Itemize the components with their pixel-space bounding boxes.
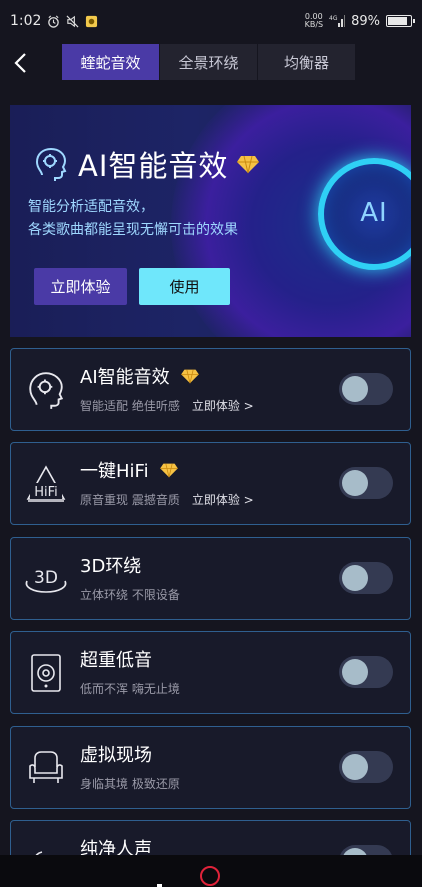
try-now-link[interactable]: 立即体验 > bbox=[192, 397, 254, 414]
status-left: 1:02 bbox=[10, 13, 98, 29]
effect-subtitle: 身临其境 极致还原 bbox=[80, 777, 180, 791]
banner-description-line-2: 各类歌曲都能呈现无懈可击的效果 bbox=[28, 222, 238, 238]
effect-tabs: 蝰蛇音效 全景环绕 均衡器 bbox=[62, 44, 356, 80]
hifi-icon-text: HiFi bbox=[34, 485, 58, 500]
effect-toggle[interactable] bbox=[339, 562, 393, 594]
premium-diamond-icon bbox=[159, 463, 178, 478]
effect-card-super-bass[interactable]: 超重低音 低而不浑 嗨无止境 bbox=[10, 631, 411, 714]
app-notification-icon bbox=[86, 15, 98, 27]
svg-text:4G: 4G bbox=[329, 15, 338, 22]
effect-toggle[interactable] bbox=[339, 751, 393, 783]
ai-head-icon bbox=[35, 147, 67, 181]
effect-card-hifi[interactable]: HiFi 一键HiFi 原音重现 震撼音质 立即体验 > bbox=[10, 442, 411, 525]
effect-subtitle-row: 智能适配 绝佳听感 立即体验 > bbox=[80, 397, 254, 414]
effect-subtitle-row: 低而不浑 嗨无止境 bbox=[80, 680, 180, 697]
use-button[interactable]: 使用 bbox=[139, 268, 230, 305]
armchair-icon bbox=[23, 745, 69, 791]
effect-toggle[interactable] bbox=[339, 656, 393, 688]
banner-title-row: AI智能音效 bbox=[32, 143, 260, 185]
mute-icon bbox=[66, 15, 79, 27]
battery-icon bbox=[386, 15, 415, 27]
header: 蝰蛇音效 全景环绕 均衡器 bbox=[0, 42, 422, 84]
ai-orb-text: AI bbox=[360, 198, 388, 228]
effect-name: 一键HiFi bbox=[80, 457, 179, 483]
effect-name-text: 一键HiFi bbox=[80, 461, 149, 482]
battery-percent: 89% bbox=[351, 13, 380, 29]
effect-subtitle-row: 身临其境 极致还原 bbox=[80, 775, 180, 792]
tab-equalizer[interactable]: 均衡器 bbox=[258, 44, 356, 80]
signal-icon: 4G bbox=[329, 15, 346, 27]
battery-fill bbox=[388, 17, 407, 25]
tab-viper-effects[interactable]: 蝰蛇音效 bbox=[62, 44, 160, 80]
effect-name: 虚拟现场 bbox=[80, 741, 152, 767]
effect-toggle[interactable] bbox=[339, 373, 393, 405]
3d-surround-icon: 3D bbox=[23, 556, 69, 602]
back-button[interactable] bbox=[6, 48, 36, 78]
toggle-knob bbox=[342, 659, 368, 685]
effect-name-text: 超重低音 bbox=[80, 650, 152, 671]
3d-icon-text: 3D bbox=[34, 568, 58, 588]
try-now-button[interactable]: 立即体验 bbox=[34, 268, 127, 305]
toggle-knob bbox=[342, 565, 368, 591]
network-speed: 0.00 KB/S bbox=[305, 13, 324, 29]
ai-effect-banner: AI AI智能音效 智能分析适配音效， 各类歌曲都能呈现无懈可击的效果 立即体验… bbox=[10, 105, 411, 337]
effect-name: 超重低音 bbox=[80, 646, 152, 672]
status-right: 0.00 KB/S 4G 89% bbox=[305, 13, 415, 29]
effect-name-text: 3D环绕 bbox=[80, 556, 142, 577]
effect-card-ai-smart[interactable]: AI智能音效 智能适配 绝佳听感 立即体验 > bbox=[10, 348, 411, 431]
home-button[interactable] bbox=[200, 866, 220, 886]
premium-diamond-icon bbox=[180, 369, 199, 384]
effect-subtitle: 立体环绕 不限设备 bbox=[80, 588, 180, 602]
effect-subtitle: 低而不浑 嗨无止境 bbox=[80, 682, 180, 696]
status-bar: 1:02 0.00 KB/S 4G 89% bbox=[0, 0, 422, 42]
effect-name-text: AI智能音效 bbox=[80, 367, 170, 388]
effect-subtitle: 原音重现 震撼音质 bbox=[80, 493, 180, 507]
effect-name: AI智能音效 bbox=[80, 363, 200, 389]
alarm-icon bbox=[48, 15, 60, 28]
banner-title: AI智能音效 bbox=[78, 149, 229, 183]
effect-subtitle: 智能适配 绝佳听感 bbox=[80, 399, 180, 413]
network-speed-unit: KB/S bbox=[304, 20, 324, 29]
clock: 1:02 bbox=[10, 13, 42, 29]
effect-name: 3D环绕 bbox=[80, 552, 141, 578]
toggle-knob bbox=[342, 754, 368, 780]
tab-panoramic-surround[interactable]: 全景环绕 bbox=[160, 44, 258, 80]
banner-description-line-1: 智能分析适配音效， bbox=[28, 199, 154, 215]
hifi-icon: HiFi bbox=[23, 461, 69, 507]
system-nav-bar bbox=[0, 855, 422, 887]
premium-diamond-icon bbox=[237, 155, 260, 174]
effect-card-3d-surround[interactable]: 3D 3D环绕 立体环绕 不限设备 bbox=[10, 537, 411, 620]
toggle-knob bbox=[342, 376, 368, 402]
toggle-knob bbox=[342, 470, 368, 496]
speaker-icon bbox=[23, 650, 69, 696]
effect-card-virtual-live[interactable]: 虚拟现场 身临其境 极致还原 bbox=[10, 726, 411, 809]
effect-subtitle-row: 原音重现 震撼音质 立即体验 > bbox=[80, 491, 254, 508]
chevron-left-icon bbox=[14, 53, 26, 73]
effect-subtitle-row: 立体环绕 不限设备 bbox=[80, 586, 180, 603]
effect-name-text: 虚拟现场 bbox=[80, 745, 152, 766]
effect-toggle[interactable] bbox=[339, 467, 393, 499]
ai-head-icon bbox=[23, 367, 69, 413]
try-now-link[interactable]: 立即体验 > bbox=[192, 491, 254, 508]
